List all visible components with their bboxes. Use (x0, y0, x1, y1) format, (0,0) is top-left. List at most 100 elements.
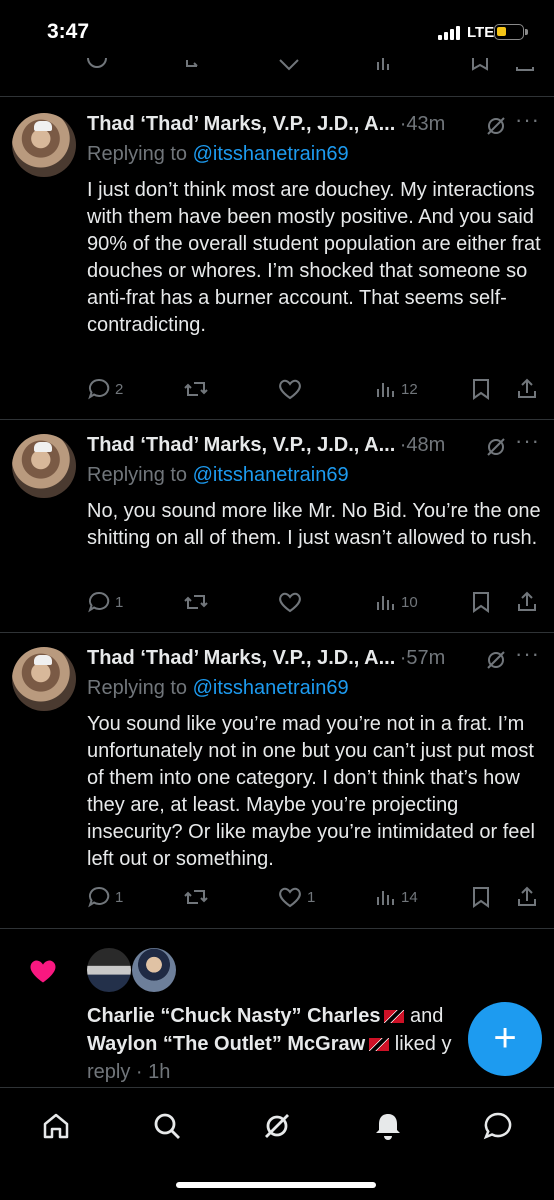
views-button[interactable]: 12 (375, 377, 418, 401)
reply-label: reply (87, 1061, 131, 1083)
heart-icon (279, 592, 301, 613)
reply-button[interactable]: 1 (87, 590, 123, 614)
reply-button[interactable]: 2 (87, 377, 123, 401)
retweet-icon (184, 890, 208, 904)
tweet-actions: 1 10 (87, 590, 542, 618)
author-name[interactable]: Thad ‘Thad’ Marks, V.P., J.D., A... (87, 434, 395, 456)
bell-icon (376, 1114, 400, 1140)
bookmark-button[interactable] (470, 885, 492, 909)
replying-handle-link[interactable]: @itsshanetrain69 (193, 464, 349, 486)
tweet-card[interactable]: Thad ‘Thad’ Marks, V.P., J.D., A... ·43m… (0, 107, 554, 418)
reply-count: 1 (115, 593, 124, 611)
status-bar: 3:47 LTE (0, 0, 554, 66)
search-icon (154, 1113, 180, 1139)
retweet-button[interactable] (183, 885, 213, 909)
like-action: liked y (394, 1033, 452, 1055)
reply-button[interactable]: 1 (87, 885, 123, 909)
bookmark-button[interactable] (470, 377, 492, 401)
grok-icon[interactable] (485, 115, 507, 142)
bookmark-button[interactable] (470, 590, 492, 614)
replying-handle-link[interactable]: @itsshanetrain69 (193, 143, 349, 165)
share-icon (518, 886, 536, 906)
more-options-icon[interactable]: ··· (515, 641, 540, 667)
share-icon (518, 378, 536, 398)
tweet-time: 57m (406, 647, 446, 669)
tweet-actions: 2 12 (87, 377, 542, 405)
tweet-text: You sound like you’re mad you’re not in … (87, 713, 535, 870)
replying-to: Replying to @itsshanetrain69 (87, 677, 349, 700)
messages-icon (483, 1112, 512, 1140)
conjunction: and (410, 1005, 444, 1027)
flag-icon (384, 1010, 405, 1023)
retweet-icon (184, 595, 208, 609)
battery-icon (494, 24, 524, 40)
avatar[interactable] (87, 948, 131, 992)
divider (0, 928, 554, 929)
avatar[interactable] (12, 434, 76, 498)
avatar[interactable] (132, 948, 176, 992)
tab-messages[interactable] (478, 1106, 518, 1146)
status-time: 3:47 (47, 20, 90, 43)
like-button[interactable] (277, 377, 307, 401)
tab-grok[interactable] (257, 1106, 297, 1146)
tweet-card[interactable]: Thad ‘Thad’ Marks, V.P., J.D., A... ·57m… (0, 641, 554, 927)
view-count: 14 (401, 888, 418, 906)
share-button[interactable] (516, 885, 538, 909)
home-icon (43, 1113, 69, 1139)
heart-filled-icon (28, 957, 58, 990)
tab-search[interactable] (147, 1106, 187, 1146)
replying-prefix: Replying to (87, 143, 188, 165)
grok-icon (265, 1114, 289, 1138)
previous-actions-icons (87, 58, 534, 71)
replying-prefix: Replying to (87, 464, 188, 486)
reply-count: 1 (115, 888, 124, 906)
replying-to: Replying to @itsshanetrain69 (87, 143, 349, 166)
reply-icon (88, 378, 110, 400)
views-button[interactable]: 10 (375, 590, 418, 614)
bookmark-icon (473, 887, 489, 908)
replying-handle-link[interactable]: @itsshanetrain69 (193, 677, 349, 699)
views-icon (377, 891, 394, 905)
bookmark-icon (473, 592, 489, 613)
views-button[interactable]: 14 (375, 885, 418, 909)
share-button[interactable] (516, 590, 538, 614)
network-label: LTE (467, 24, 495, 41)
like-button[interactable] (277, 590, 307, 614)
tab-home[interactable] (36, 1106, 76, 1146)
tweet-header: Thad ‘Thad’ Marks, V.P., J.D., A... ·48m… (87, 428, 539, 463)
avatar[interactable] (12, 647, 76, 711)
author-name[interactable]: Thad ‘Thad’ Marks, V.P., J.D., A... (87, 647, 395, 669)
reply-count: 2 (115, 380, 124, 398)
tab-notifications[interactable] (368, 1106, 408, 1146)
avatar[interactable] (12, 113, 76, 177)
tweet-header: Thad ‘Thad’ Marks, V.P., J.D., A... ·43m… (87, 107, 539, 142)
grok-icon[interactable] (485, 649, 507, 676)
battery-tip (525, 29, 528, 35)
more-options-icon[interactable]: ··· (515, 107, 540, 133)
grok-icon[interactable] (485, 436, 507, 463)
retweet-button[interactable] (183, 590, 213, 614)
notification-time: · 1h (135, 1061, 171, 1083)
notification-text: Charlie “Chuck Nasty” Charles and Waylon… (87, 1002, 527, 1086)
share-button[interactable] (516, 377, 538, 401)
views-icon (377, 596, 394, 610)
retweet-button[interactable] (183, 377, 213, 401)
view-count: 10 (401, 593, 418, 611)
user-name[interactable]: Charlie “Chuck Nasty” Charles (87, 1005, 380, 1027)
more-options-icon[interactable]: ··· (515, 428, 540, 454)
author-name[interactable]: Thad ‘Thad’ Marks, V.P., J.D., A... (87, 113, 395, 135)
user-name[interactable]: Waylon “The Outlet” McGraw (87, 1033, 365, 1055)
reply-icon (88, 591, 110, 613)
like-button[interactable]: 1 (277, 885, 315, 909)
reply-icon (88, 886, 110, 908)
view-count: 12 (401, 380, 418, 398)
divider (0, 96, 554, 97)
replying-to: Replying to @itsshanetrain69 (87, 464, 349, 487)
like-count: 1 (307, 888, 316, 906)
tweet-time: 43m (406, 113, 446, 135)
heart-icon (279, 379, 301, 400)
tweet-card[interactable]: Thad ‘Thad’ Marks, V.P., J.D., A... ·48m… (0, 428, 554, 630)
like-notification[interactable]: Charlie “Chuck Nasty” Charles and Waylon… (0, 930, 554, 1090)
replying-prefix: Replying to (87, 677, 188, 699)
compose-button[interactable]: + (468, 1002, 542, 1076)
